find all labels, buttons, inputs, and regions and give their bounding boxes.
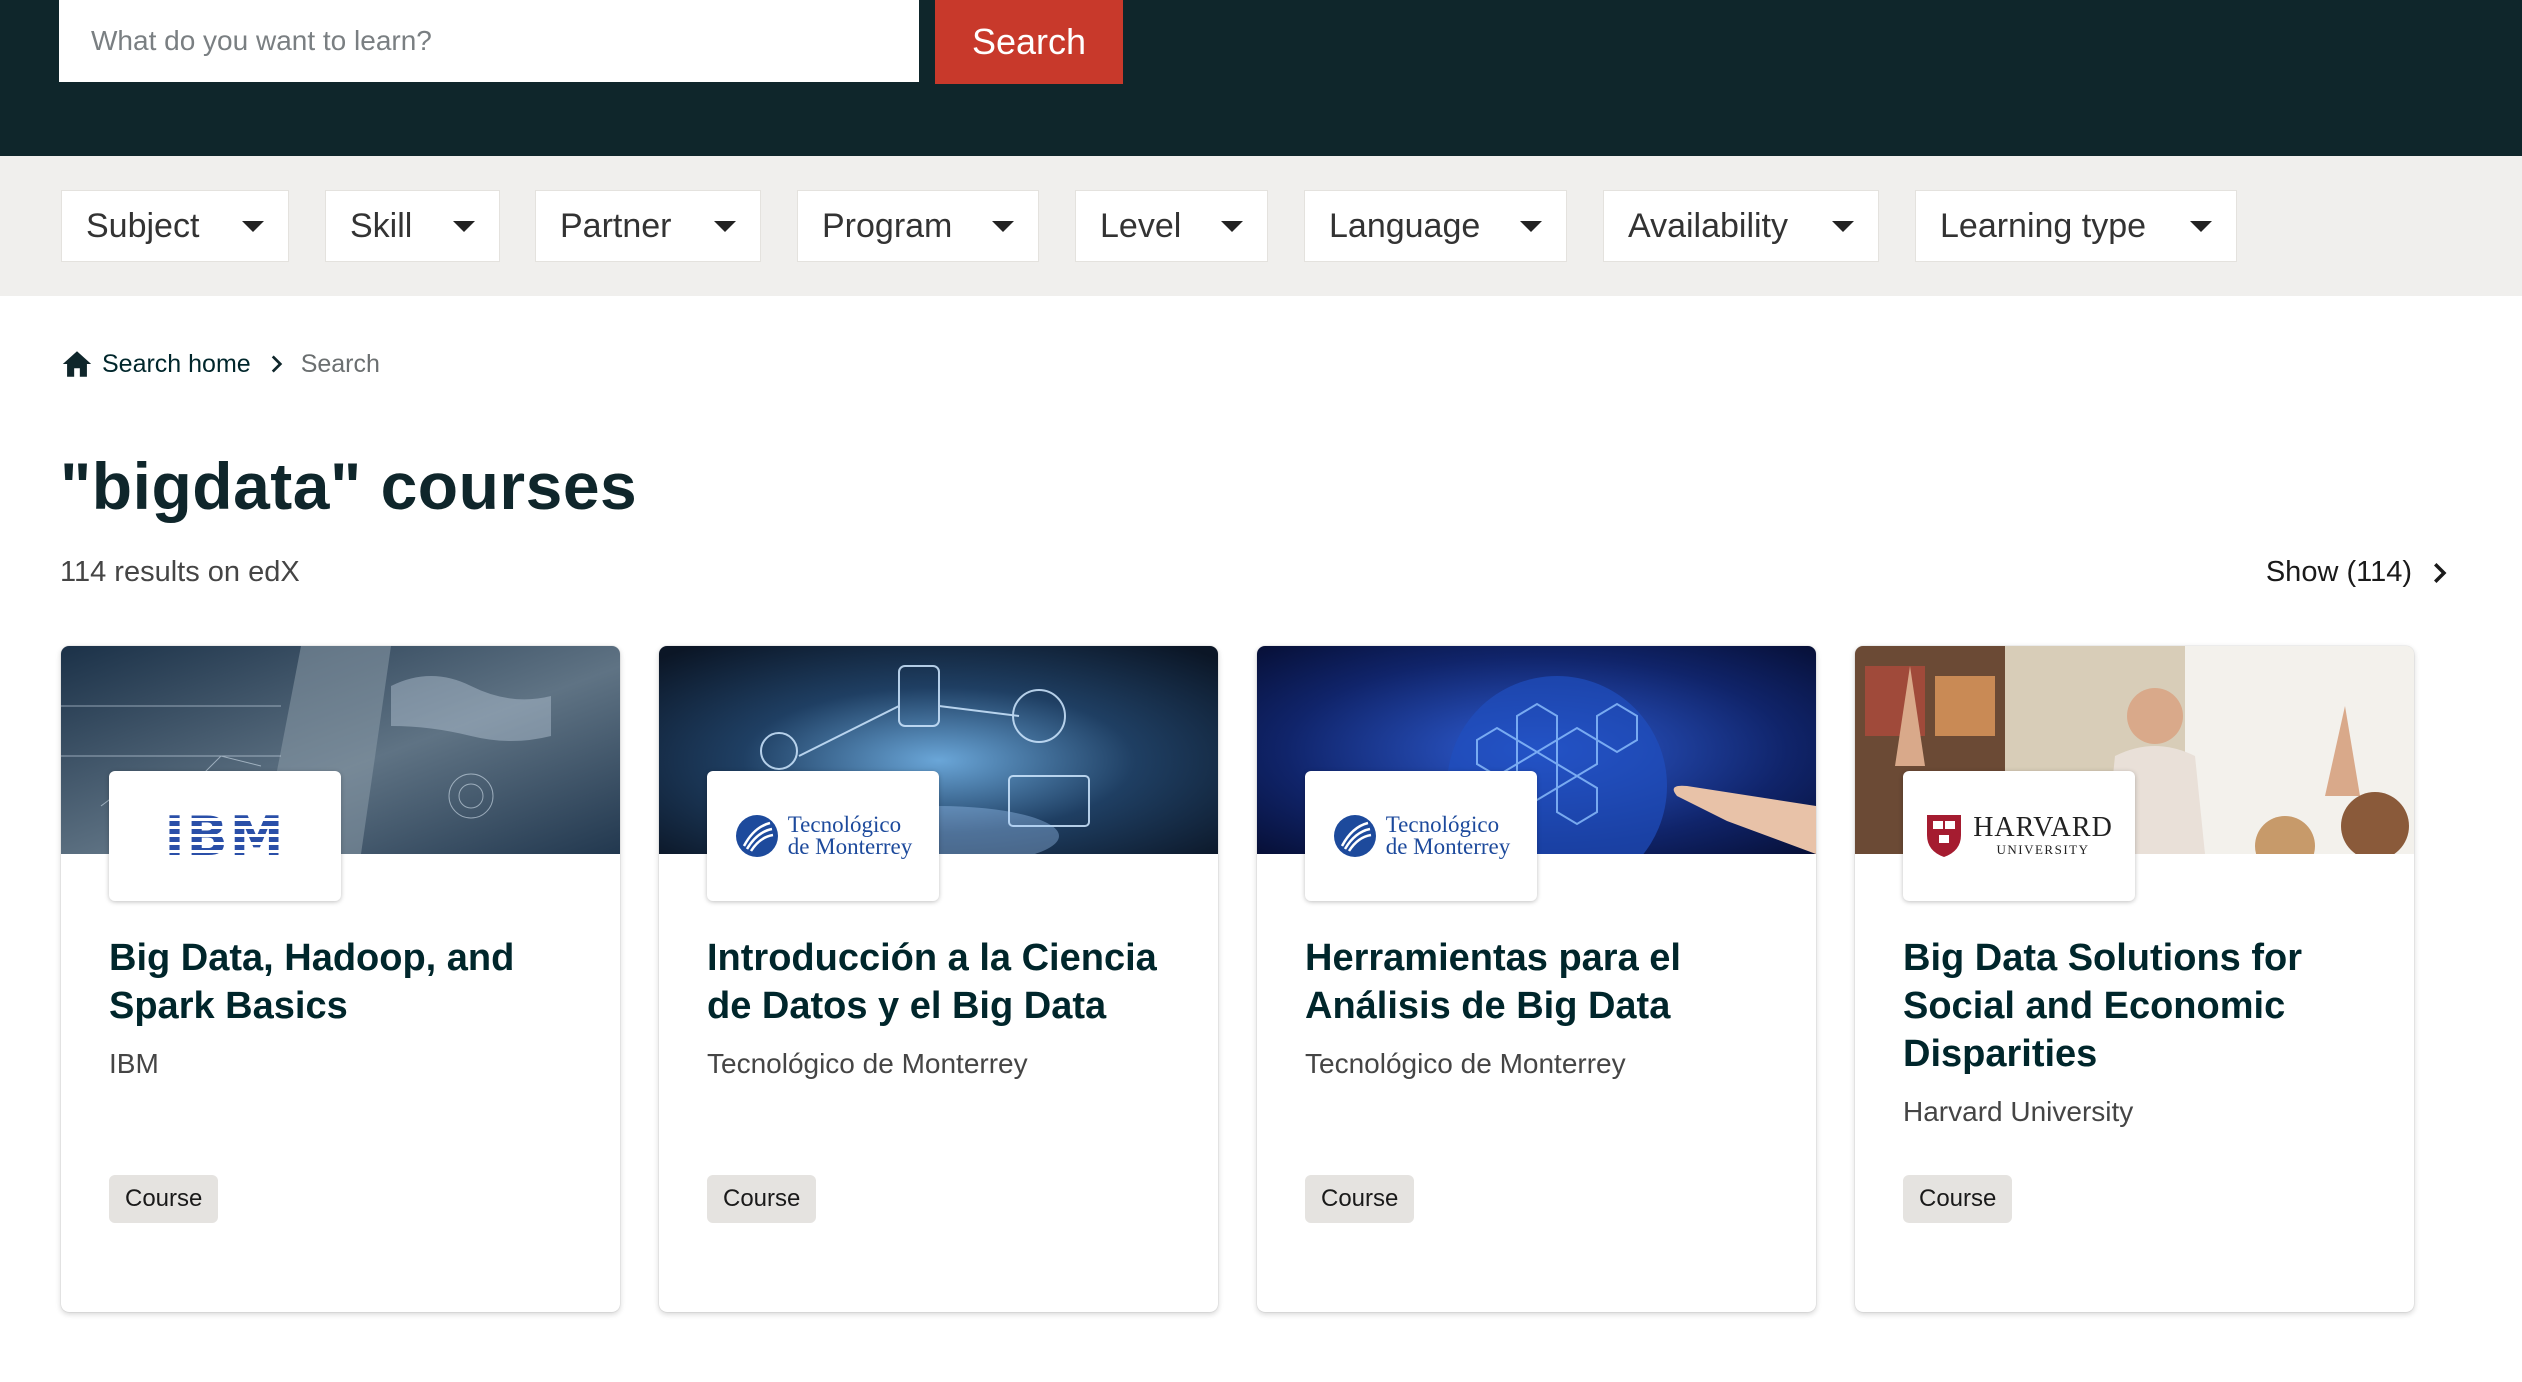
logo-line-2: UNIVERSITY [1996, 842, 2090, 857]
course-title: Big Data, Hadoop, and Spark Basics [109, 937, 515, 1027]
caret-down-icon [1221, 220, 1243, 232]
page-title: "bigdata" courses [60, 449, 638, 523]
course-type-badge: Course [109, 1175, 219, 1223]
filter-language[interactable]: Language [1304, 190, 1567, 262]
filter-label: Availability [1628, 206, 1789, 245]
filter-learning-type[interactable]: Learning type [1915, 190, 2237, 262]
harvard-logo: HARVARD UNIVERSITY [1925, 813, 2113, 859]
harvard-shield-icon [1927, 815, 1962, 857]
filter-availability[interactable]: Availability [1603, 190, 1879, 262]
tec-monterrey-logo: Tecnológico de Monterrey [734, 812, 913, 859]
partner-logo: Tecnológico de Monterrey [1305, 771, 1537, 901]
course-title: Herramientas para el Análisis de Big Dat… [1305, 937, 1681, 1027]
caret-down-icon [1832, 220, 1854, 232]
course-type-badge: Course [1903, 1175, 2013, 1223]
course-type-badge: Course [1305, 1175, 1415, 1223]
caret-down-icon [1520, 220, 1542, 232]
filter-bar: Subject Skill Partner Program Level Lang… [0, 156, 2522, 296]
filter-label: Subject [86, 206, 200, 245]
filter-label: Partner [560, 206, 672, 245]
chevron-right-icon [2434, 562, 2447, 583]
course-card[interactable]: IBM Big Data, Hadoop, and Spark Basics I… [61, 646, 620, 1312]
partner-logo: IBM [109, 771, 341, 901]
logo-line-1: HARVARD [1973, 812, 2113, 843]
tec-monterrey-logo: Tecnológico de Monterrey [1332, 812, 1511, 859]
course-card[interactable]: Tecnológico de Monterrey Herramientas pa… [1257, 646, 1816, 1312]
chevron-right-icon [271, 355, 282, 373]
logo-line-1: Tecnológico [787, 812, 902, 837]
filter-skill[interactable]: Skill [325, 190, 500, 262]
filter-program[interactable]: Program [797, 190, 1039, 262]
course-title: Introducción a la Ciencia de Datos y el … [707, 937, 1157, 1027]
caret-down-icon [453, 220, 475, 232]
course-org: Tecnológico de Monterrey [707, 1048, 1028, 1079]
course-type-badge: Course [707, 1175, 817, 1223]
filter-subject[interactable]: Subject [61, 190, 289, 262]
breadcrumb: Search home Search [60, 346, 380, 382]
ibm-logo: IBM [164, 804, 286, 868]
search-input[interactable] [59, 0, 919, 82]
course-org: IBM [109, 1048, 159, 1079]
filter-label: Language [1329, 206, 1481, 245]
filter-label: Level [1100, 206, 1182, 245]
home-icon [62, 351, 92, 377]
caret-down-icon [242, 220, 264, 232]
course-card[interactable]: Tecnológico de Monterrey Introducción a … [659, 646, 1218, 1312]
filter-label: Program [822, 206, 953, 245]
tec-monterrey-emblem-icon [735, 815, 778, 857]
tec-monterrey-emblem-icon [1333, 815, 1376, 857]
logo-line-2: de Monterrey [1385, 834, 1511, 859]
caret-down-icon [992, 220, 1014, 232]
breadcrumb-current: Search [300, 349, 380, 378]
show-all-link[interactable]: Show (114) [2266, 556, 2454, 589]
filter-level[interactable]: Level [1075, 190, 1268, 262]
course-org: Harvard University [1903, 1096, 2134, 1127]
course-title: Big Data Solutions for Social and Econom… [1903, 937, 2302, 1075]
caret-down-icon [714, 220, 736, 232]
caret-down-icon [2190, 220, 2212, 232]
results-count: 114 results on edX [60, 556, 300, 588]
course-card[interactable]: HARVARD UNIVERSITY Big Data Solutions fo… [1855, 646, 2414, 1312]
filter-label: Learning type [1940, 206, 2147, 245]
partner-logo: HARVARD UNIVERSITY [1903, 771, 2135, 901]
course-org: Tecnológico de Monterrey [1305, 1048, 1626, 1079]
logo-line-2: de Monterrey [787, 834, 913, 859]
breadcrumb-home-link[interactable]: Search home [102, 350, 251, 379]
search-button[interactable]: Search [935, 0, 1123, 84]
logo-line-1: Tecnológico [1385, 812, 1500, 837]
filter-partner[interactable]: Partner [535, 190, 761, 262]
filter-label: Skill [350, 206, 413, 245]
show-all-label: Show (114) [2265, 556, 2412, 588]
top-search-bar: Search [0, 0, 2522, 156]
partner-logo: Tecnológico de Monterrey [707, 771, 939, 901]
